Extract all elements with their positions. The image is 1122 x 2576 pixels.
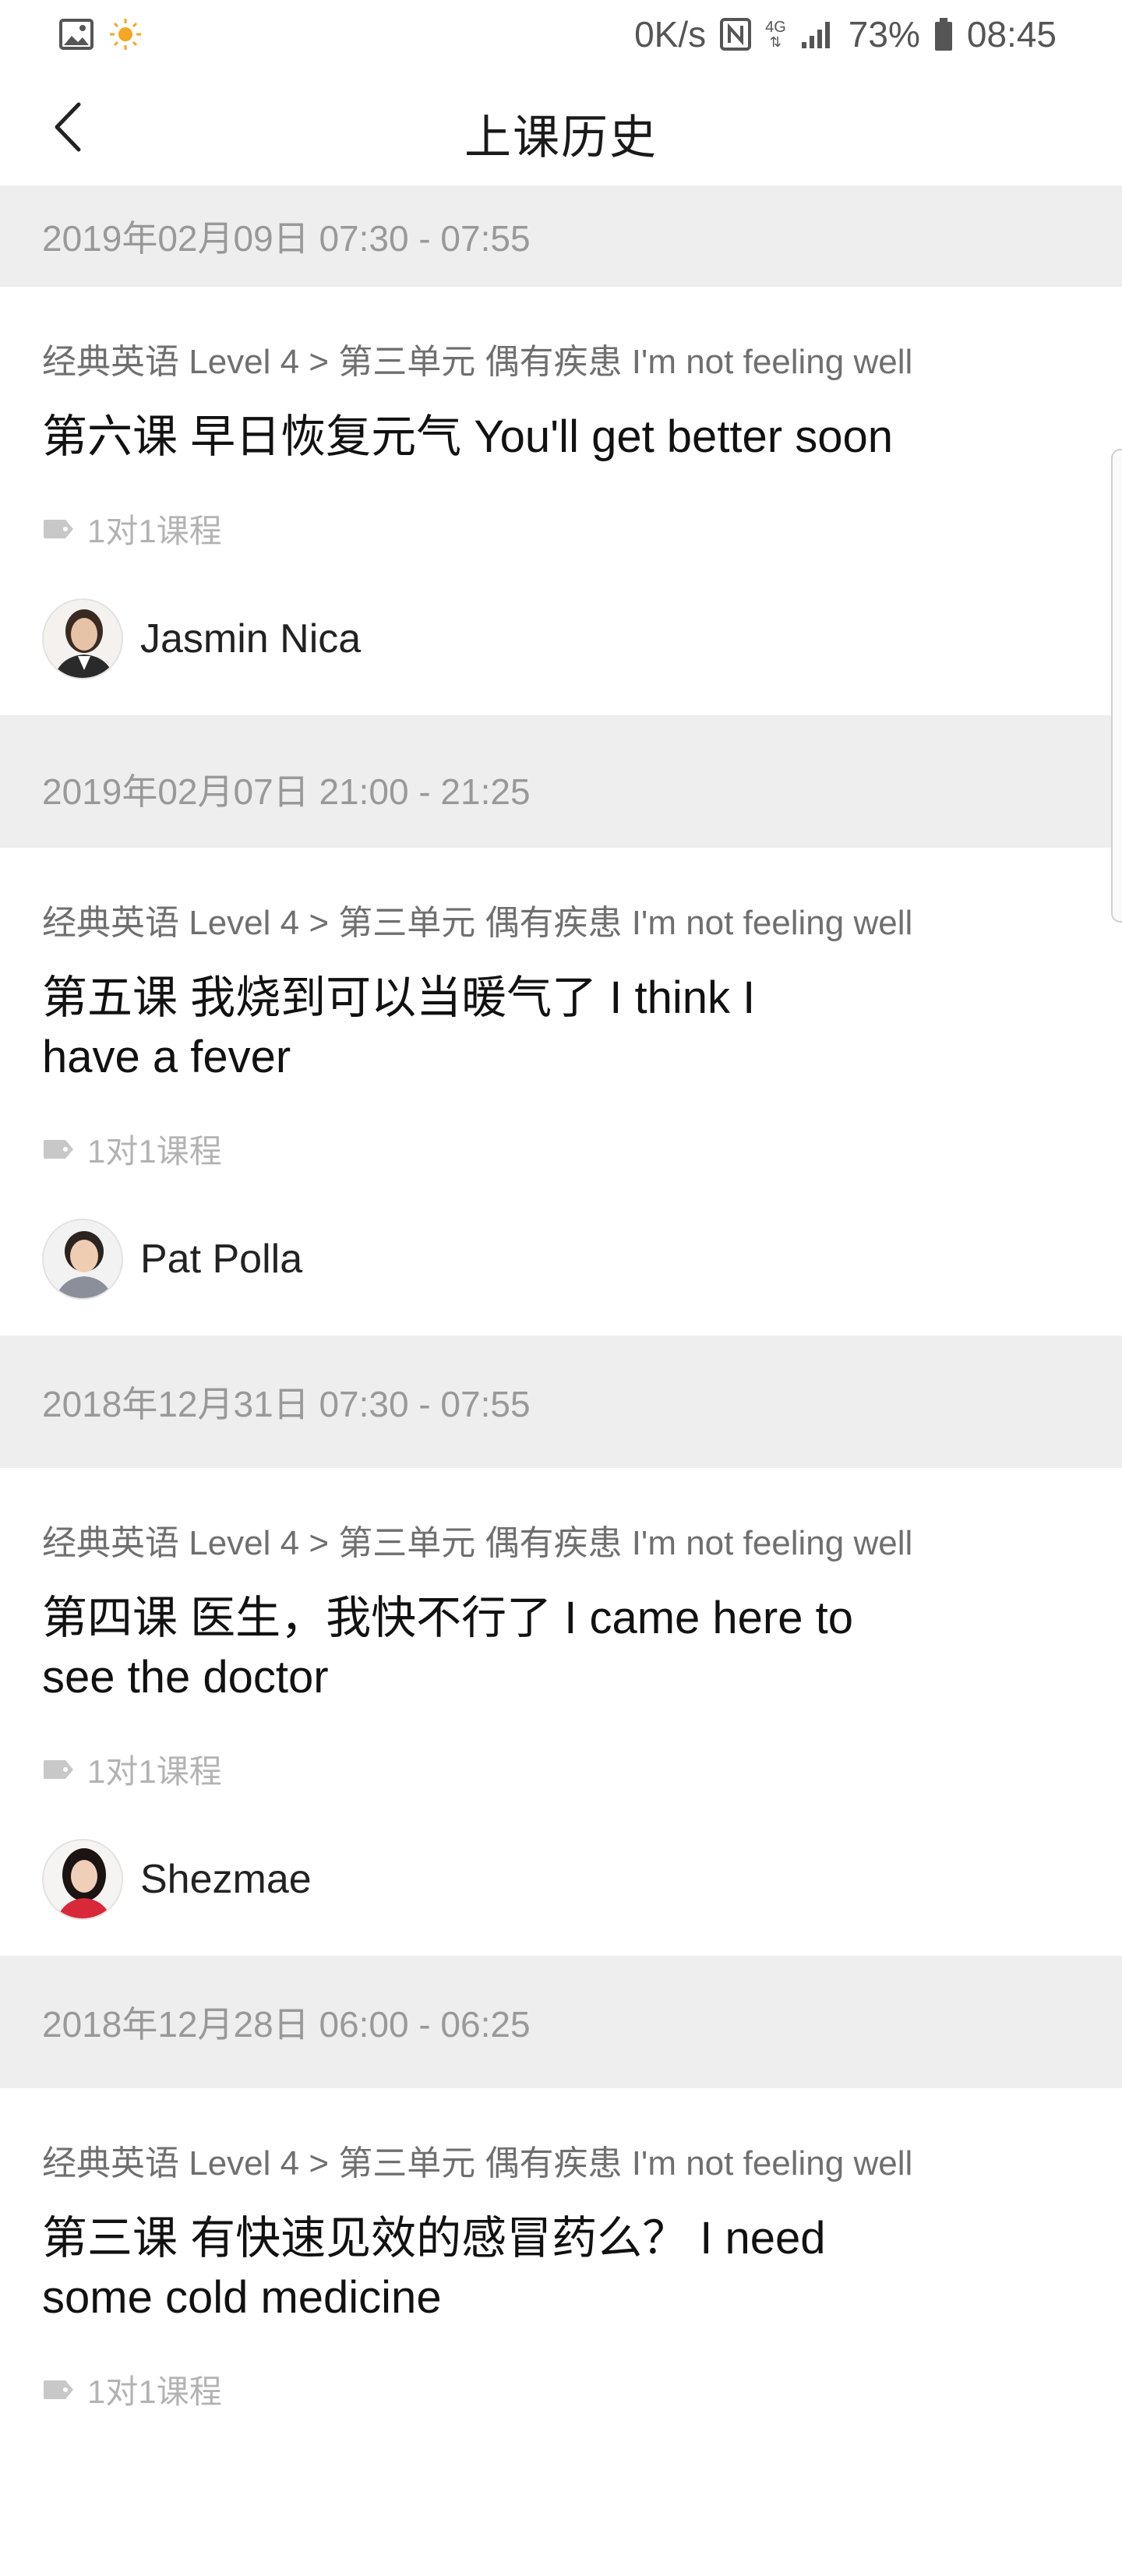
session-date-header: 2018年12月31日 07:30 - 07:55 <box>0 1336 1122 1468</box>
session-date-header: 2018年12月28日 06:00 - 06:25 <box>0 1956 1122 2088</box>
teacher-info: Shezmae <box>42 1839 312 1920</box>
session-date-header: 2019年02月09日 07:30 - 07:55 <box>0 185 1122 287</box>
lesson-title-line: 第六课 早日恢复元气 You'll get better soon <box>42 411 894 462</box>
scrollbar-thumb[interactable] <box>1111 449 1122 923</box>
teacher-name: Jasmin Nica <box>140 616 362 662</box>
course-type-label: 1对1课程 <box>87 513 222 549</box>
network-type: 4G <box>765 19 786 36</box>
lesson-title-line: 第四课 医生，我快不行了 I came here to <box>42 1593 853 1643</box>
course-type-label: 1对1课程 <box>87 1133 222 1170</box>
page-title: 上课历史 <box>464 111 658 164</box>
lesson-title: 第三课 有快速见效的感冒药么？ I need some cold medicin… <box>42 2209 977 2327</box>
lesson-title-line: 第三课 有快速见效的感冒药么？ I need <box>42 2213 826 2264</box>
nfc-icon <box>720 18 752 51</box>
session-card[interactable]: 经典英语 Level 4 > 第三单元 偶有疾患 I'm not feeling… <box>0 2088 1122 2576</box>
lesson-title-line: some cold medicine <box>42 2272 442 2323</box>
course-type-tag: 1对1课程 <box>42 505 222 552</box>
battery-icon <box>934 17 953 51</box>
teacher-info: Jasmin Nica <box>42 598 361 679</box>
session-date-header: 2019年02月07日 21:00 - 21:25 <box>0 715 1122 848</box>
course-breadcrumb: 经典英语 Level 4 > 第三单元 偶有疾患 I'm not feeling… <box>42 343 913 381</box>
lesson-title: 第六课 早日恢复元气 You'll get better soon <box>42 408 977 467</box>
status-bar-left <box>59 16 143 52</box>
session-card[interactable]: 经典英语 Level 4 > 第三单元 偶有疾患 I'm not feeling… <box>0 287 1122 715</box>
session-card[interactable]: 经典英语 Level 4 > 第三单元 偶有疾患 I'm not feeling… <box>0 848 1122 1336</box>
status-bar: 0K/s 4G ⇅ 73% 08:45 <box>0 0 1122 69</box>
session-card[interactable]: 经典英语 Level 4 > 第三单元 偶有疾患 I'm not feeling… <box>0 1468 1122 1956</box>
course-type-tag: 1对1课程 <box>42 2366 222 2413</box>
signal-icon <box>800 19 834 50</box>
teacher-avatar <box>42 1219 123 1300</box>
teacher-avatar <box>42 1839 123 1920</box>
clock: 08:45 <box>966 14 1057 55</box>
battery-percent: 73% <box>848 14 920 55</box>
course-type-tag: 1对1课程 <box>42 1745 222 1793</box>
tag-icon <box>44 519 73 538</box>
lesson-title-line: see the doctor <box>42 1652 329 1703</box>
course-breadcrumb: 经典英语 Level 4 > 第三单元 偶有疾患 I'm not feeling… <box>42 1524 913 1562</box>
lesson-title: 第五课 我烧到可以当暖气了 I think I have a fever <box>42 969 977 1087</box>
tag-icon <box>44 1139 73 1159</box>
net-speed: 0K/s <box>634 14 707 55</box>
teacher-name: Shezmae <box>140 1857 312 1902</box>
course-breadcrumb: 经典英语 Level 4 > 第三单元 偶有疾患 I'm not feeling… <box>42 2144 913 2183</box>
teacher-name: Pat Polla <box>140 1237 303 1282</box>
app-header: 上课历史 <box>0 69 1122 186</box>
course-type-label: 1对1课程 <box>87 1753 222 1790</box>
course-breadcrumb: 经典英语 Level 4 > 第三单元 偶有疾患 I'm not feeling… <box>42 904 913 942</box>
gallery-icon <box>59 19 94 50</box>
teacher-avatar <box>42 598 123 679</box>
tag-icon <box>44 2380 73 2399</box>
sun-icon <box>108 16 143 52</box>
course-type-tag: 1对1课程 <box>42 1125 222 1173</box>
lesson-title: 第四课 医生，我快不行了 I came here to see the doct… <box>42 1589 977 1707</box>
network-type-icon: 4G ⇅ <box>765 19 786 50</box>
lesson-title-line: 第五课 我烧到可以当暖气了 I think I <box>42 972 756 1023</box>
tag-icon <box>44 1759 73 1779</box>
class-history-list[interactable]: 2019年02月09日 07:30 - 07:55 经典英语 Level 4 >… <box>0 185 1122 2576</box>
teacher-info: Pat Polla <box>42 1219 302 1300</box>
course-type-label: 1对1课程 <box>87 2373 222 2410</box>
status-bar-right: 0K/s 4G ⇅ 73% 08:45 <box>634 13 1057 55</box>
lesson-title-line: have a fever <box>42 1032 291 1082</box>
